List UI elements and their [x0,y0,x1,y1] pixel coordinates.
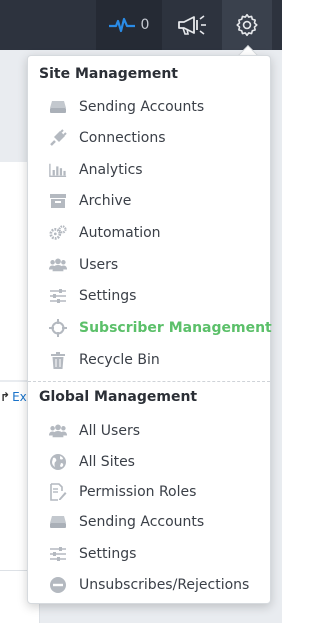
minus-circle-icon [49,576,67,594]
menu-item-global-sending-accounts[interactable]: Sending Accounts [28,508,270,536]
hdd-icon [49,98,67,116]
sliders-icon [49,545,67,563]
menu-item-connections[interactable]: Connections [28,124,270,152]
menu-item-unsubscribes-rejections[interactable]: Unsubscribes/Rejections [28,571,270,599]
megaphone-icon [177,14,209,36]
external-link-icon: ↱ [0,390,11,404]
menu-item-archive[interactable]: Archive [28,187,270,215]
menu-item-global-settings[interactable]: Settings [28,540,270,568]
hdd-icon [49,513,67,531]
cogs-icon [49,224,67,242]
settings-dropdown-menu: Site Management Sending Accounts Connect… [27,55,272,604]
crosshair-icon [49,319,67,337]
menu-item-all-users[interactable]: All Users [28,417,270,445]
archive-icon [49,192,67,210]
background-link[interactable]: ↱ Ex [0,390,27,404]
menu-item-analytics[interactable]: Analytics [28,156,270,184]
menu-item-users[interactable]: Users [28,251,270,279]
activity-button[interactable]: 0 [96,0,162,50]
activity-count: 0 [140,17,150,33]
pulse-icon [108,17,135,33]
settings-menu-button[interactable] [222,0,272,50]
announcements-button[interactable] [168,0,218,50]
top-bar: 0 [0,0,282,50]
menu-item-automation[interactable]: Automation [28,219,270,247]
users-icon [49,256,67,274]
globe-icon [49,453,67,471]
menu-item-all-sites[interactable]: All Sites [28,448,270,476]
trash-icon [49,351,67,369]
menu-item-recycle-bin[interactable]: Recycle Bin [28,346,270,374]
edit-document-icon [49,483,67,501]
section-divider [28,381,270,382]
plug-icon [49,129,67,147]
menu-item-permission-roles[interactable]: Permission Roles [28,478,270,506]
site-management-heading: Site Management [39,66,178,82]
menu-item-subscriber-management[interactable]: Subscriber Management [28,314,272,342]
menu-item-settings[interactable]: Settings [28,282,270,310]
global-management-heading: Global Management [39,389,198,405]
sliders-icon [49,287,67,305]
gear-icon [234,12,260,38]
users-icon [49,422,67,440]
bar-chart-icon [49,161,67,179]
menu-item-sending-accounts[interactable]: Sending Accounts [28,93,270,121]
